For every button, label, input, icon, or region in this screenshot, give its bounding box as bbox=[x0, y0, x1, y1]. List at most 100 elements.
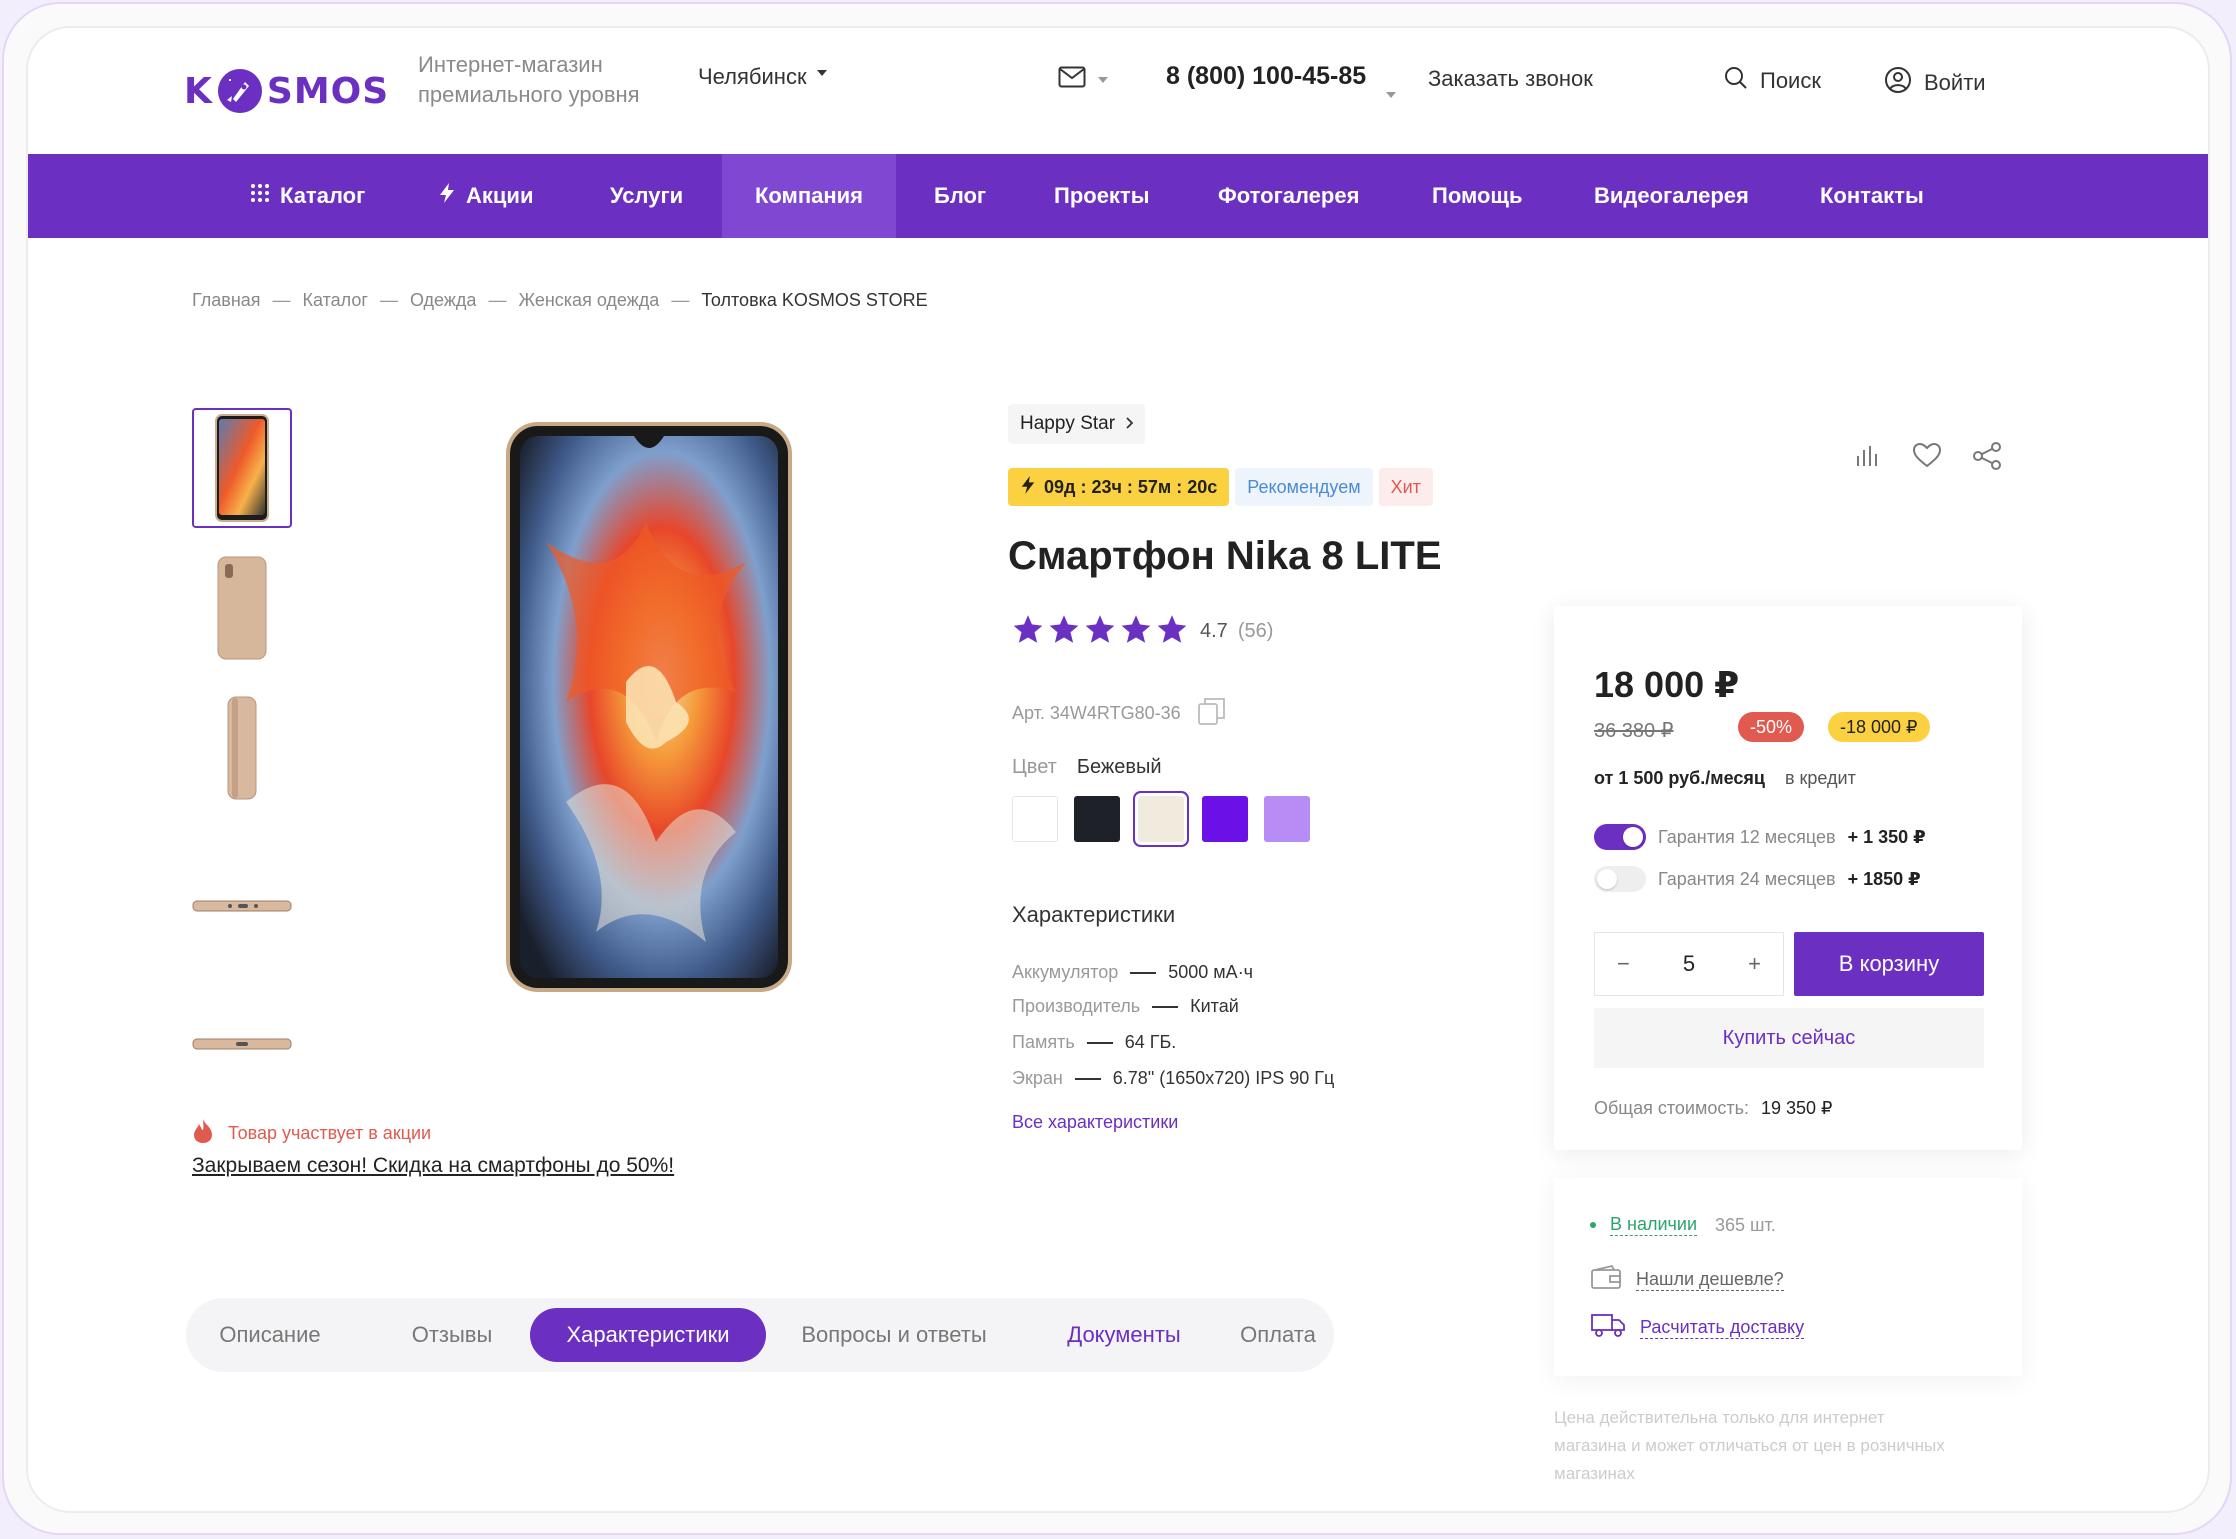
nav-label: Контакты bbox=[1820, 183, 1924, 208]
mail-icon bbox=[1058, 66, 1086, 93]
logo[interactable]: K SMOS bbox=[184, 66, 389, 116]
nav-item-blog[interactable]: Блог bbox=[934, 154, 986, 238]
thumbnail-bottom[interactable] bbox=[192, 846, 292, 966]
stock-count: 365 шт. bbox=[1715, 1214, 1776, 1235]
spec-dash bbox=[1152, 1005, 1179, 1008]
spec-key: Аккумулятор bbox=[1012, 962, 1119, 982]
search-button[interactable]: Поиск bbox=[1724, 66, 1821, 96]
credit-amount: от 1 500 руб./месяц bbox=[1594, 768, 1765, 788]
promo-link[interactable]: Закрываем сезон! Скидка на смартфоны до … bbox=[192, 1154, 674, 1178]
all-specs-link[interactable]: Все характеристики bbox=[1012, 1112, 1178, 1133]
header: K SMOS Интернет-магазин премиального уро… bbox=[28, 28, 2208, 154]
thumbnail-side[interactable] bbox=[192, 688, 292, 808]
heart-icon[interactable] bbox=[1912, 442, 1942, 475]
nav-item-services[interactable]: Услуги bbox=[610, 154, 683, 238]
fire-icon bbox=[192, 1118, 214, 1149]
city-selector[interactable]: Челябинск bbox=[698, 64, 827, 90]
add-to-cart-button[interactable]: В корзину bbox=[1794, 932, 1984, 996]
chevron-right-icon bbox=[1125, 413, 1134, 435]
color-value: Бежевый bbox=[1076, 756, 1162, 778]
lightning-icon bbox=[1020, 475, 1036, 500]
breadcrumb-separator: — bbox=[488, 290, 507, 310]
quantity-stepper: − 5 + bbox=[1594, 932, 1784, 996]
tab-specs[interactable]: Характеристики bbox=[530, 1308, 766, 1362]
warranty-24-toggle[interactable] bbox=[1594, 866, 1646, 892]
thumbnail-front[interactable] bbox=[192, 408, 292, 528]
delivery-row[interactable]: Расчитать доставку bbox=[1590, 1312, 1805, 1343]
reviews-count: (56) bbox=[1237, 620, 1274, 642]
product-badges: 09д : 23ч : 57м : 20с Рекомендуем Хит bbox=[1008, 468, 1433, 506]
breadcrumb-current: Толтовка KOSMOS STORE bbox=[701, 290, 928, 310]
total-row: Общая стоимость: 19 350 ₽ bbox=[1594, 1098, 1833, 1119]
tab-payment[interactable]: Оплата bbox=[1226, 1308, 1330, 1362]
product-rating[interactable]: 4.7 (56) bbox=[1012, 614, 1273, 649]
quantity-value[interactable]: 5 bbox=[1683, 951, 1695, 977]
nav-label: Услуги bbox=[610, 183, 684, 208]
caret-down-icon[interactable] bbox=[1386, 92, 1396, 98]
thumbnail-top[interactable] bbox=[192, 984, 292, 1104]
total-label: Общая стоимость: bbox=[1594, 1098, 1749, 1118]
share-icon[interactable] bbox=[1972, 442, 2002, 475]
nav-item-videos[interactable]: Видеогалерея bbox=[1594, 154, 1749, 238]
in-stock-link[interactable]: В наличии bbox=[1610, 1214, 1698, 1236]
nav-label: Помощь bbox=[1432, 183, 1523, 208]
warranty-label: Гарантия 24 месяцев bbox=[1658, 868, 1836, 889]
buy-now-button[interactable]: Купить сейчас bbox=[1594, 1008, 1984, 1068]
tab-reviews[interactable]: Отзывы bbox=[392, 1308, 512, 1362]
thumbnail-back[interactable] bbox=[192, 548, 292, 668]
breadcrumb-separator: — bbox=[272, 290, 291, 310]
swatch-purple[interactable] bbox=[1202, 796, 1248, 842]
nav-item-photos[interactable]: Фотогалерея bbox=[1218, 154, 1359, 238]
warranty-12-toggle[interactable] bbox=[1594, 824, 1646, 850]
cheaper-row[interactable]: Нашли дешевле? bbox=[1590, 1264, 1784, 1295]
tab-documents[interactable]: Документы bbox=[1032, 1308, 1216, 1362]
nav-item-company[interactable]: Компания bbox=[722, 154, 896, 238]
spec-row: Память 64 ГБ. bbox=[1012, 1032, 1176, 1053]
nav-label: Акции bbox=[466, 183, 534, 208]
credit-info[interactable]: от 1 500 руб./месяц в кредит bbox=[1594, 768, 1856, 789]
price-note: Цена действительна только для интернет м… bbox=[1554, 1408, 1945, 1483]
found-cheaper-link: Нашли дешевле? bbox=[1636, 1268, 1784, 1291]
tab-description[interactable]: Описание bbox=[204, 1308, 336, 1362]
nav-item-catalog[interactable]: Каталог bbox=[250, 154, 365, 238]
swatch-white[interactable] bbox=[1012, 796, 1058, 842]
toggle-knob bbox=[1597, 869, 1617, 889]
nav-item-promo[interactable]: Акции bbox=[438, 154, 533, 238]
old-price: 36 380 ₽ bbox=[1594, 720, 1674, 742]
credit-label: в кредит bbox=[1784, 768, 1856, 788]
breadcrumb-item[interactable]: Каталог bbox=[303, 290, 368, 311]
countdown-text: 09д : 23ч : 57м : 20с bbox=[1044, 476, 1218, 497]
breadcrumb-separator: — bbox=[671, 290, 690, 310]
caret-down-icon bbox=[816, 70, 827, 76]
nav-item-help[interactable]: Помощь bbox=[1432, 154, 1522, 238]
spec-key: Производитель bbox=[1012, 996, 1141, 1016]
breadcrumb-item[interactable]: Одежда bbox=[410, 290, 476, 311]
wallet-icon bbox=[1590, 1264, 1622, 1295]
breadcrumb-separator: — bbox=[379, 290, 398, 310]
spec-dash bbox=[1086, 1041, 1113, 1044]
phone-number[interactable]: 8 (800) 100-45-85 bbox=[1166, 62, 1366, 91]
spec-dash bbox=[1130, 971, 1157, 974]
compare-icon[interactable] bbox=[1854, 442, 1882, 475]
nav-item-projects[interactable]: Проекты bbox=[1054, 154, 1150, 238]
decrement-button[interactable]: − bbox=[1617, 951, 1630, 977]
copy-icon[interactable] bbox=[1197, 696, 1227, 731]
warranty-price: + 1 350 ₽ bbox=[1847, 826, 1926, 847]
brand-link[interactable]: Happy Star bbox=[1008, 404, 1146, 444]
swatch-lavender[interactable] bbox=[1264, 796, 1310, 842]
calc-delivery-link: Расчитать доставку bbox=[1640, 1316, 1805, 1339]
breadcrumb-item[interactable]: Главная bbox=[192, 290, 261, 311]
increment-button[interactable]: + bbox=[1748, 951, 1761, 977]
login-button[interactable]: Войти bbox=[1884, 66, 1986, 100]
spec-row: Экран 6.78" (1650x720) IPS 90 Гц bbox=[1012, 1068, 1334, 1089]
swatch-beige[interactable] bbox=[1138, 796, 1184, 842]
callback-link[interactable]: Заказать звонок bbox=[1428, 66, 1593, 92]
mail-dropdown[interactable] bbox=[1058, 66, 1108, 93]
breadcrumb-item[interactable]: Женская одежда bbox=[518, 290, 659, 311]
swatch-black[interactable] bbox=[1074, 796, 1120, 842]
product-main-image[interactable] bbox=[506, 422, 792, 992]
current-price: 18 000 ₽ bbox=[1594, 664, 1740, 705]
tab-qa[interactable]: Вопросы и ответы bbox=[786, 1308, 1002, 1362]
nav-item-contacts[interactable]: Контакты bbox=[1820, 154, 1924, 238]
star-icon bbox=[1084, 614, 1116, 649]
